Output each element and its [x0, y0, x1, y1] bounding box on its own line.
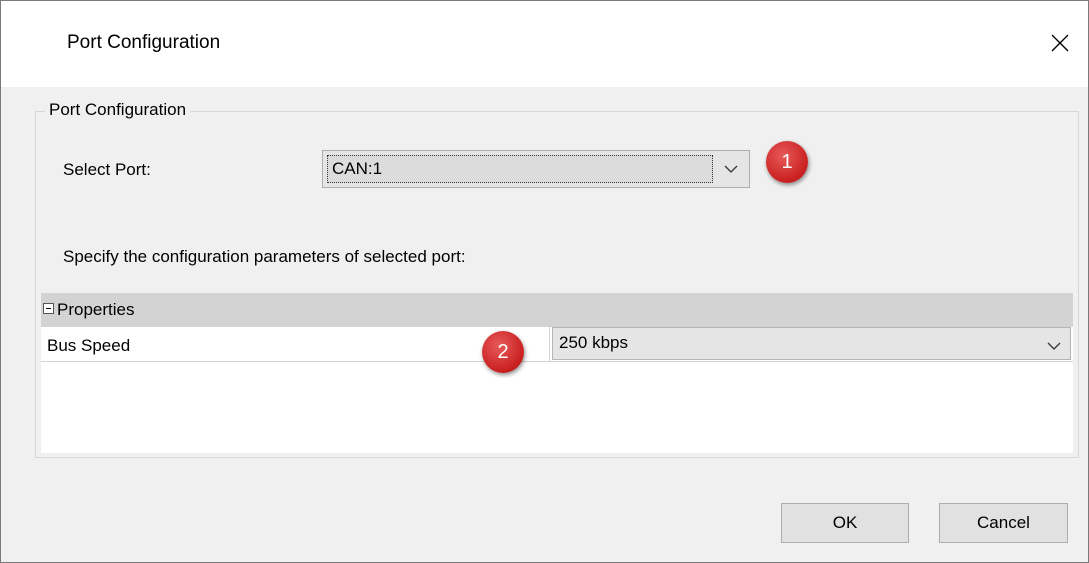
ok-button[interactable]: OK: [781, 503, 909, 543]
configuration-description: Specify the configuration parameters of …: [63, 247, 466, 266]
port-configuration-dialog: Port Configuration Port Configuration Se…: [0, 0, 1089, 563]
collapse-icon[interactable]: [43, 303, 54, 314]
chevron-down-icon: [1047, 342, 1061, 350]
chevron-down-icon: [724, 165, 738, 173]
property-name: Bus Speed: [47, 336, 131, 355]
property-grid: Properties Bus Speed 250 kbps: [41, 293, 1073, 453]
group-legend: Port Configuration: [45, 100, 191, 120]
bus-speed-value: 250 kbps: [559, 333, 628, 352]
annotation-badge-2: 2: [482, 331, 524, 373]
window-title: Port Configuration: [67, 32, 221, 53]
properties-category-label: Properties: [57, 300, 135, 319]
select-port-value: CAN:1: [327, 155, 713, 183]
property-row-bus-speed: Bus Speed 250 kbps: [41, 327, 1073, 362]
bus-speed-dropdown[interactable]: 250 kbps: [552, 327, 1071, 360]
cancel-button[interactable]: Cancel: [939, 503, 1068, 543]
title-bar: Port Configuration: [1, 1, 1088, 87]
select-port-dropdown[interactable]: CAN:1: [322, 150, 750, 188]
column-divider: [549, 327, 550, 362]
close-button[interactable]: [1040, 23, 1080, 63]
close-icon: [1051, 34, 1069, 52]
annotation-badge-1: 1: [766, 141, 808, 183]
select-port-label: Select Port:: [63, 160, 151, 179]
properties-category[interactable]: Properties: [41, 293, 1073, 327]
